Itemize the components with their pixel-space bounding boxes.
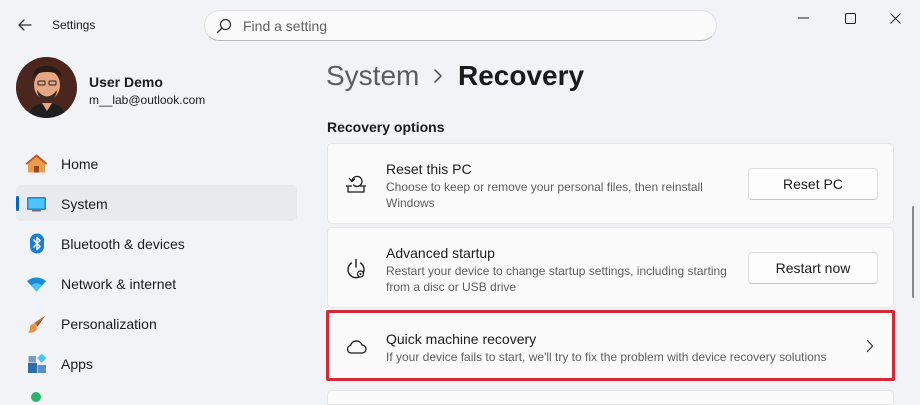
reset-pc-icon	[346, 175, 366, 193]
reset-pc-card: Reset this PC Choose to keep or remove y…	[327, 143, 894, 224]
sidebar-item-label: Personalization	[61, 316, 157, 332]
sidebar-item-bluetooth[interactable]: Bluetooth & devices	[16, 225, 297, 261]
user-avatar-icon	[16, 57, 77, 118]
highlight-box	[326, 310, 895, 381]
breadcrumb-parent[interactable]: System	[326, 60, 419, 92]
back-arrow-icon	[18, 19, 32, 31]
page-title: Recovery	[458, 60, 585, 91]
sidebar-item-apps[interactable]: Apps	[16, 345, 297, 381]
card-description: Choose to keep or remove your personal f…	[386, 180, 703, 210]
app-title: Settings	[52, 18, 96, 32]
back-button[interactable]	[12, 14, 38, 36]
search-icon	[216, 18, 232, 34]
card-title: Reset this PC	[386, 161, 472, 177]
close-button[interactable]	[872, 6, 918, 30]
sidebar-item-system[interactable]: System	[16, 185, 297, 221]
selection-indicator	[16, 196, 19, 211]
card-description: Restart your device to change startup se…	[386, 264, 727, 294]
wifi-icon	[26, 273, 47, 294]
scrollbar[interactable]	[912, 206, 914, 298]
card-title: Advanced startup	[386, 245, 495, 261]
minimize-button[interactable]	[780, 6, 826, 30]
sidebar-item-network[interactable]: Network & internet	[16, 265, 297, 301]
apps-icon	[26, 353, 47, 374]
reset-pc-button[interactable]: Reset PC	[748, 168, 878, 200]
sidebar-item-label: Home	[61, 156, 99, 172]
user-email: m__lab@outlook.com	[89, 93, 206, 107]
minimize-icon	[797, 17, 809, 19]
sidebar-item-label: Bluetooth & devices	[61, 236, 185, 252]
bluetooth-icon	[26, 233, 47, 254]
search-input[interactable]	[243, 16, 703, 36]
system-icon	[26, 193, 47, 214]
home-icon	[26, 153, 47, 174]
maximize-icon	[844, 12, 856, 24]
sidebar-item-personalization[interactable]: Personalization	[16, 305, 297, 341]
advanced-startup-card: Advanced startup Restart your device to …	[327, 227, 894, 308]
search-box[interactable]	[204, 10, 717, 41]
sidebar-item-label: Apps	[61, 356, 93, 372]
user-name: User Demo	[89, 74, 163, 90]
brush-icon	[26, 313, 47, 334]
chevron-right-icon	[434, 69, 442, 83]
settings-window: Settings User Demo m__lab@outlook.com	[0, 0, 920, 405]
sidebar-item-label: System	[61, 196, 108, 212]
next-card-partial	[327, 390, 894, 405]
maximize-button[interactable]	[827, 6, 873, 30]
restart-now-button[interactable]: Restart now	[748, 252, 878, 284]
close-icon	[889, 12, 901, 24]
avatar[interactable]	[16, 57, 77, 118]
sidebar-item-label: Network & internet	[61, 276, 177, 292]
section-title: Recovery options	[327, 119, 445, 135]
sidebar-item-partial-icon	[31, 392, 41, 402]
advanced-startup-icon	[347, 258, 365, 279]
sidebar-item-home[interactable]: Home	[16, 145, 297, 181]
